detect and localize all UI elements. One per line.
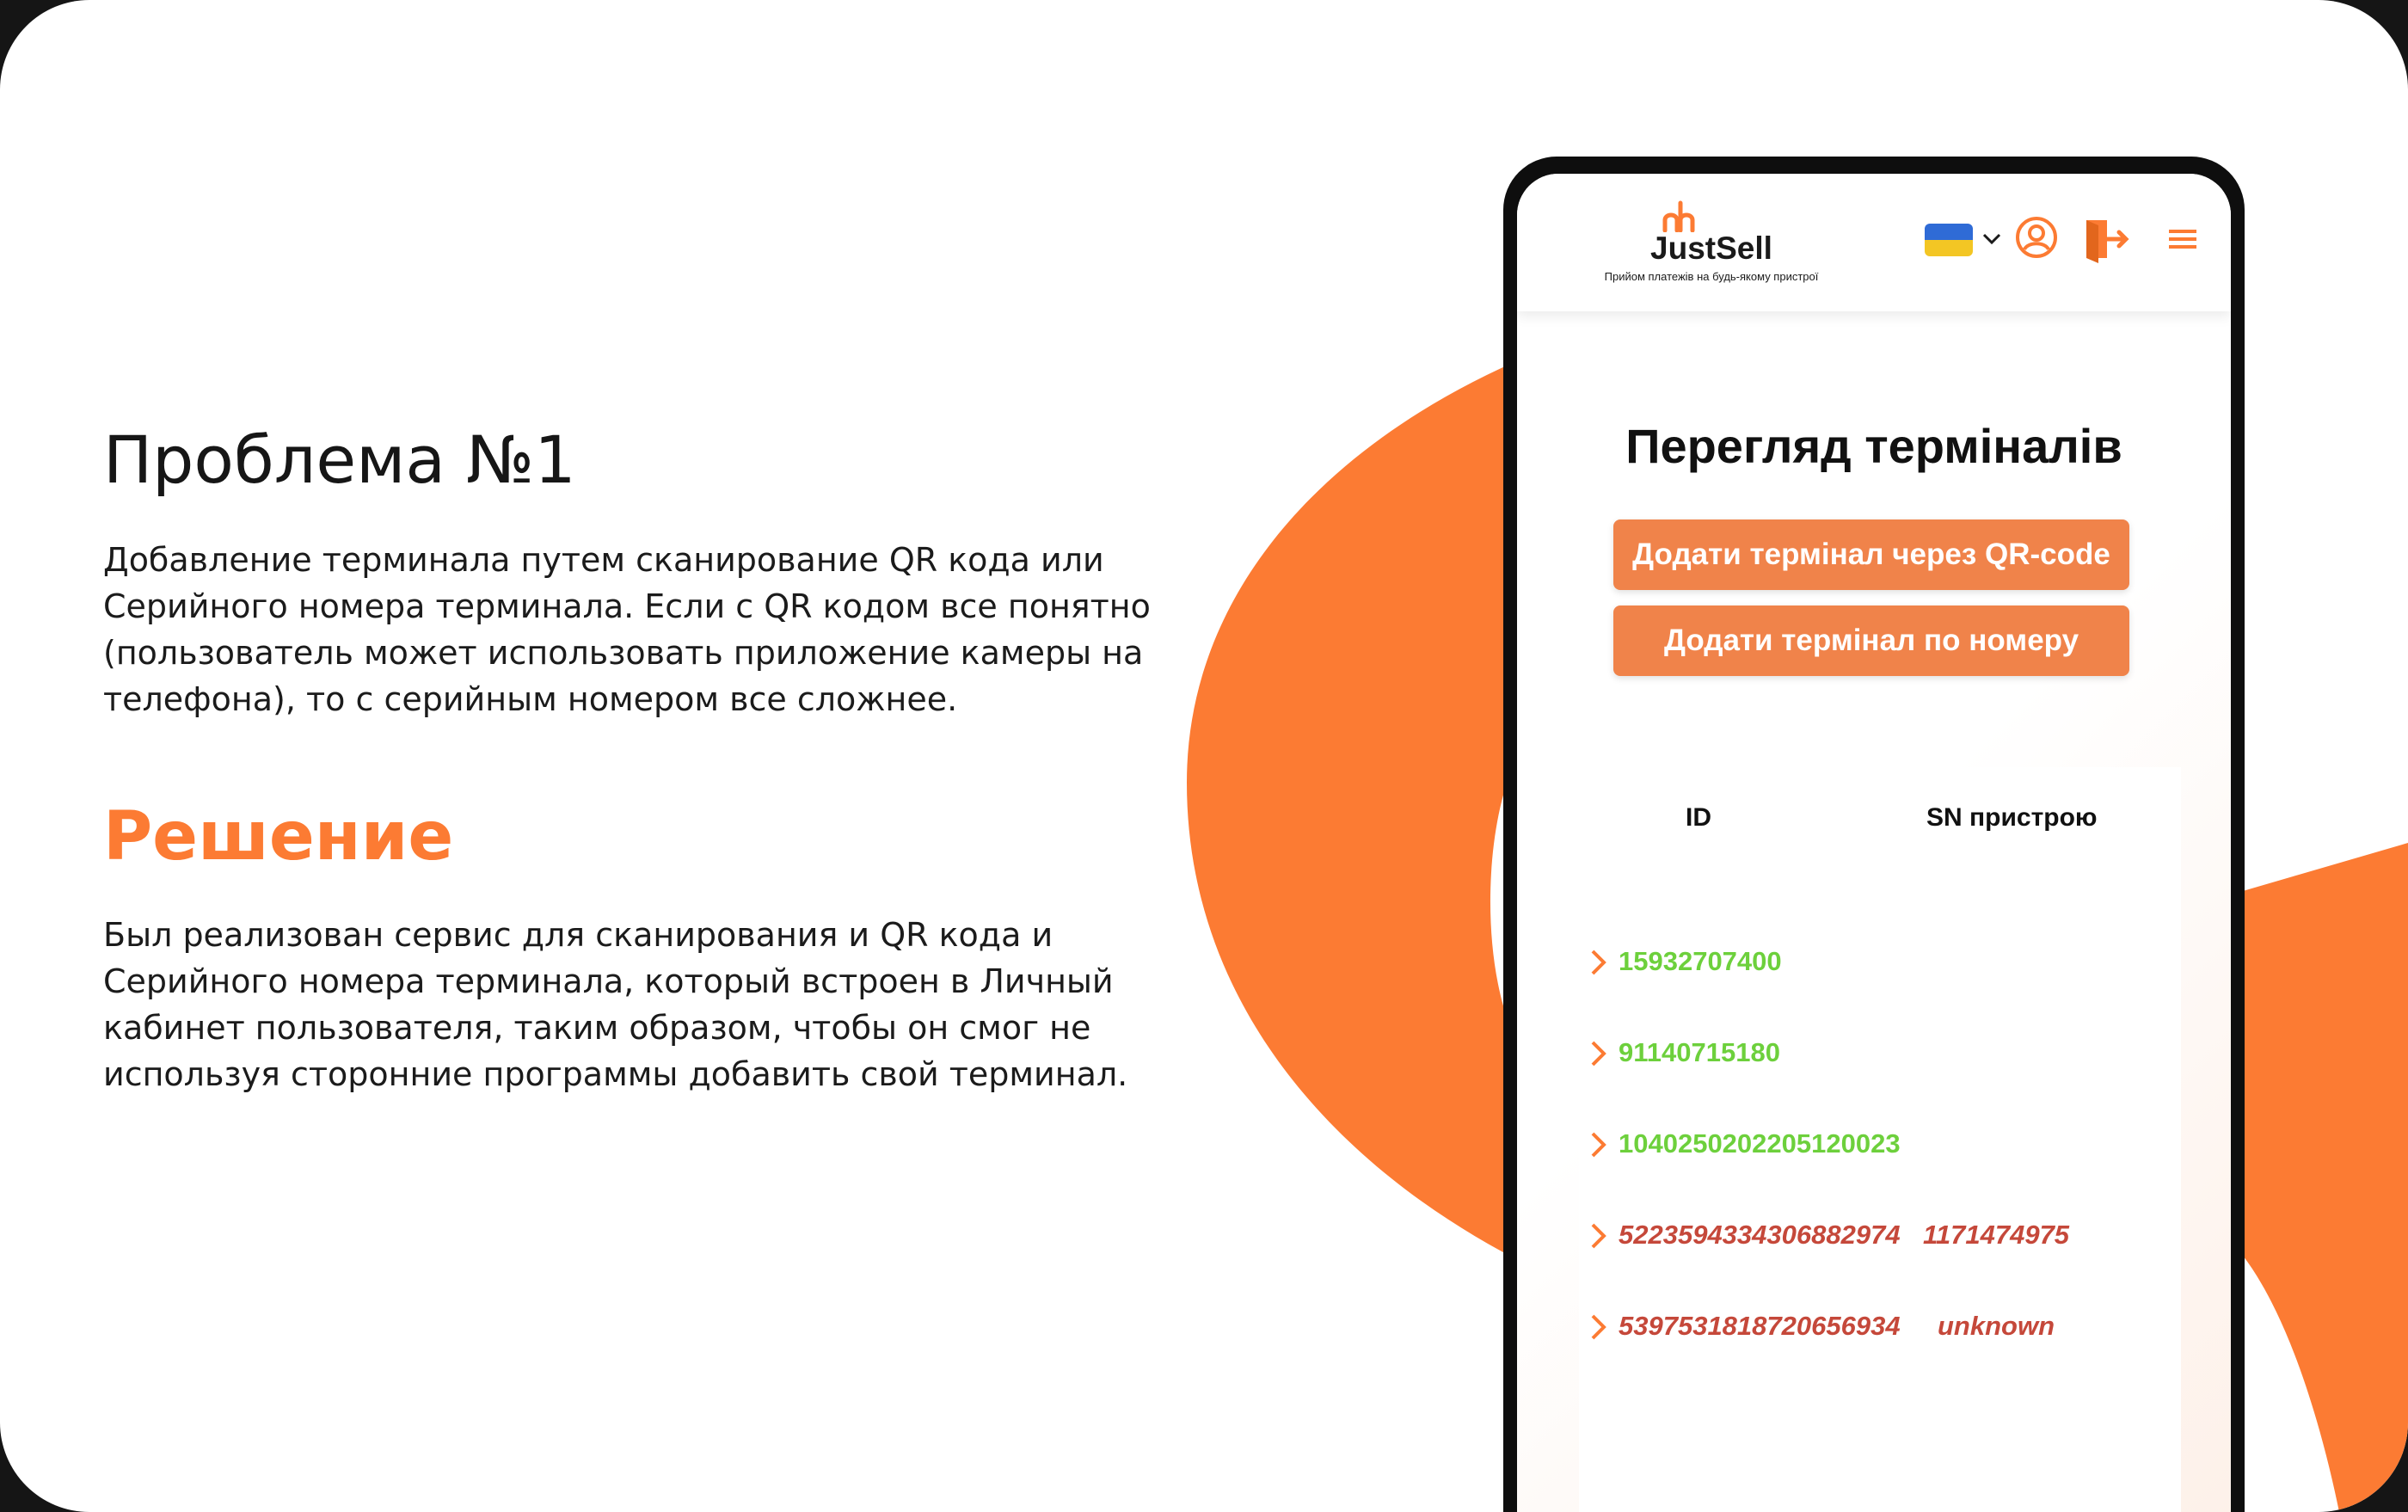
page-title: Перегляд терміналів [1625, 419, 2122, 473]
column-header-sn: SN пристрою [1926, 803, 2098, 832]
terminal-id: 1040250202205120023 [1619, 1128, 1901, 1159]
table-row[interactable]: 1040250202205120023 [1579, 1118, 2181, 1170]
phone-screen: JustSell Прийом платежів на будь-якому п… [1517, 174, 2231, 1512]
terminal-id: 91140715180 [1619, 1037, 1780, 1067]
hamburger-menu-icon[interactable] [2167, 227, 2198, 251]
chevron-right-icon[interactable] [1589, 948, 1608, 977]
terminal-id: 5397531818720656934 [1619, 1311, 1901, 1341]
add-terminal-number-button[interactable]: Додати термінал по номеру [1613, 605, 2129, 676]
table-row[interactable]: 5397531818720656934 unknown [1579, 1300, 2181, 1352]
problem-title: Проблема №1 [103, 421, 576, 498]
solution-description: Был реализован сервис для сканирования и… [103, 916, 1128, 1093]
terminal-id: 5223594334306882974 [1619, 1220, 1901, 1250]
logout-icon[interactable] [2081, 215, 2131, 263]
user-profile-icon[interactable] [2014, 215, 2059, 260]
chevron-right-icon[interactable] [1589, 1312, 1608, 1342]
slide-card: Проблема №1 Добавление терминала путем с… [0, 0, 2408, 1512]
terminals-table: ID SN пристрою 15932707400 91140715180 1… [1579, 767, 2181, 1512]
chevron-right-icon[interactable] [1589, 1221, 1608, 1251]
problem-description: Добавление терминала путем сканирование … [103, 541, 1151, 718]
justsell-logo-icon[interactable] [1658, 198, 1699, 232]
solution-title: Решение [103, 798, 454, 876]
table-row[interactable]: 15932707400 [1579, 936, 2181, 987]
table-row[interactable]: 5223594334306882974 1171474975 [1579, 1209, 2181, 1261]
logo-text: JustSell [1650, 230, 1772, 266]
terminal-id: 15932707400 [1619, 946, 1782, 976]
column-header-id: ID [1686, 803, 1711, 832]
table-row[interactable]: 91140715180 [1579, 1027, 2181, 1079]
ukraine-flag-icon[interactable] [1925, 224, 1973, 256]
terminal-sn: unknown [1937, 1311, 2055, 1341]
logo-tagline: Прийом платежів на будь-якому пристрої [1604, 270, 1819, 283]
phone-mockup: JustSell Прийом платежів на будь-якому п… [1503, 157, 2245, 1512]
chevron-right-icon[interactable] [1589, 1039, 1608, 1068]
add-terminal-qr-button[interactable]: Додати термінал через QR-code [1613, 519, 2129, 590]
terminal-sn: 1171474975 [1922, 1220, 2070, 1250]
app-header: JustSell Прийом платежів на будь-якому п… [1517, 174, 2231, 311]
chevron-down-icon[interactable] [1981, 230, 2002, 248]
chevron-right-icon[interactable] [1589, 1130, 1608, 1159]
